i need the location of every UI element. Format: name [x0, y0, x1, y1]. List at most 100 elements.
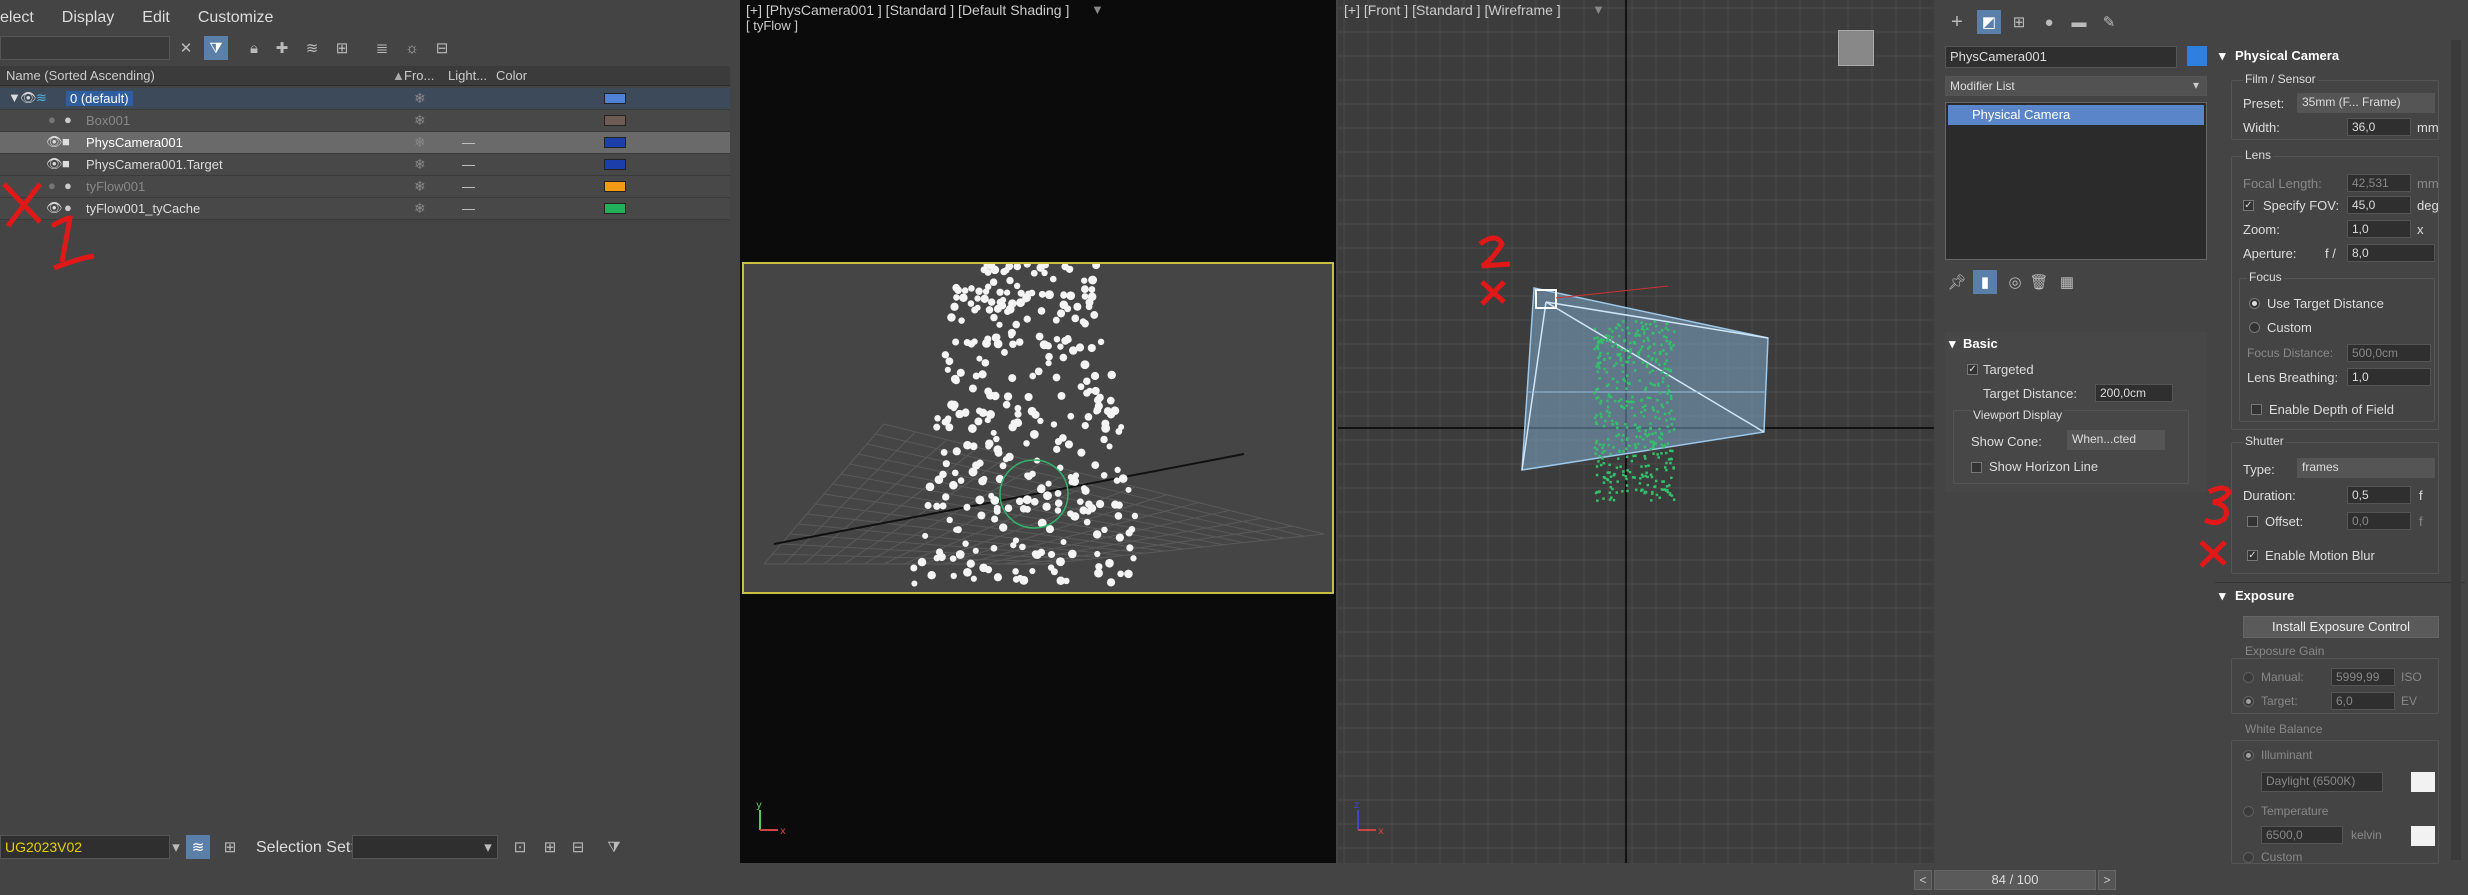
- clear-search-icon[interactable]: ✕: [174, 36, 198, 60]
- manual-radio[interactable]: [2243, 672, 2254, 683]
- dof-checkbox[interactable]: [2251, 404, 2262, 415]
- visibility-eye-icon[interactable]: ●: [48, 112, 56, 127]
- temperature-color-swatch[interactable]: [2411, 826, 2435, 846]
- show-horizon-checkbox[interactable]: [1971, 462, 1982, 473]
- hierarchy-mode-icon[interactable]: ⊞: [218, 835, 242, 859]
- pin-stack-icon[interactable]: 📌︎: [1945, 270, 1969, 294]
- color-swatch[interactable]: [604, 93, 626, 104]
- modifier-list-dropdown[interactable]: Modifier List: [1945, 76, 2207, 96]
- col-name[interactable]: Name (Sorted Ascending): [6, 68, 155, 83]
- collapse-arrow-icon[interactable]: ▼: [8, 90, 21, 105]
- duration-spinner[interactable]: 0,5: [2347, 486, 2411, 504]
- configure-sets-icon[interactable]: ▦: [2055, 270, 2079, 294]
- prev-frame-button[interactable]: <: [1914, 870, 1932, 890]
- freeze-icon[interactable]: ❄: [414, 200, 426, 217]
- remove-modifier-icon[interactable]: 🗑︎: [2027, 270, 2051, 294]
- focal-length-spinner[interactable]: 42,531: [2347, 174, 2411, 192]
- filter-icon[interactable]: ⧩: [204, 36, 228, 60]
- target-distance-spinner[interactable]: 200,0cm: [2095, 384, 2173, 402]
- basic-title[interactable]: Basic: [1963, 336, 1998, 351]
- make-unique-icon[interactable]: ◎: [2003, 270, 2027, 294]
- visibility-eye-icon[interactable]: 👁︎: [20, 90, 37, 106]
- freeze-icon[interactable]: ❄: [414, 178, 426, 195]
- chevron-down-icon[interactable]: ▾: [164, 835, 188, 859]
- temperature-spinner[interactable]: 6500,0: [2261, 826, 2343, 844]
- modifier-stack[interactable]: Physical Camera: [1945, 102, 2207, 260]
- row-name[interactable]: Box001: [86, 113, 130, 128]
- illuminant-dropdown[interactable]: Daylight (6500K): [2261, 772, 2383, 792]
- offset-spinner[interactable]: 0,0: [2347, 512, 2411, 530]
- time-slider[interactable]: 84 / 100: [1934, 870, 2096, 890]
- add-to-layer-icon[interactable]: ✚: [270, 36, 294, 60]
- visibility-eye-icon[interactable]: 👁︎: [46, 134, 63, 150]
- menu-display[interactable]: Display: [62, 4, 114, 32]
- aperture-spinner[interactable]: 8,0: [2347, 244, 2435, 262]
- layer-manager-icon[interactable]: ⊟: [430, 36, 454, 60]
- specify-fov-checkbox[interactable]: ✓: [2243, 200, 2254, 211]
- rollout-arrow-icon[interactable]: ▾: [1949, 336, 1956, 352]
- temperature-radio[interactable]: [2243, 806, 2254, 817]
- stack-item[interactable]: Physical Camera: [1948, 105, 2204, 125]
- exposure-title[interactable]: Exposure: [2235, 588, 2294, 603]
- rollout-arrow-icon[interactable]: ▾: [2219, 48, 2226, 64]
- use-target-radio[interactable]: [2249, 298, 2260, 309]
- lock-icon[interactable]: 🔒︎: [242, 36, 266, 60]
- search-input[interactable]: [0, 36, 170, 60]
- rollout-arrow-icon[interactable]: ▾: [2219, 588, 2226, 604]
- physical-camera-title[interactable]: Physical Camera: [2235, 48, 2339, 63]
- object-color-swatch[interactable]: [2187, 46, 2207, 66]
- color-swatch[interactable]: [604, 181, 626, 192]
- table-row[interactable]: 👁︎ ■ PhysCamera001 ❄ —: [0, 132, 730, 154]
- col-frozen[interactable]: Fro...: [404, 68, 434, 83]
- scrollbar[interactable]: [2451, 40, 2461, 860]
- menu-customize[interactable]: Customize: [198, 4, 274, 32]
- selset-remove-icon[interactable]: ⊟: [566, 835, 590, 859]
- freeze-icon[interactable]: ❄: [414, 90, 426, 107]
- show-end-result-icon[interactable]: ▮: [1973, 270, 1997, 294]
- chevron-down-icon[interactable]: ▾: [476, 835, 500, 859]
- col-color[interactable]: Color: [496, 68, 527, 83]
- viewport-front[interactable]: [+] [Front ] [Standard ] [Wireframe ] ▼ …: [1338, 0, 1934, 863]
- lens-breathing-spinner[interactable]: 1,0: [2347, 368, 2431, 386]
- display-tab-icon[interactable]: ▬: [2067, 10, 2091, 34]
- lights-icon[interactable]: ☼: [400, 36, 424, 60]
- menu-select[interactable]: elect: [0, 4, 34, 32]
- viewport-label[interactable]: [+] [PhysCamera001 ] [Standard ] [Defaul…: [746, 2, 1069, 18]
- selset-edit-icon[interactable]: ⊡: [508, 835, 532, 859]
- custom-focus-radio[interactable]: [2249, 322, 2260, 333]
- fov-spinner[interactable]: 45,0: [2347, 196, 2411, 214]
- type-dropdown[interactable]: frames: [2297, 458, 2435, 478]
- next-frame-button[interactable]: >: [2098, 870, 2116, 890]
- utilities-tab-icon[interactable]: ✎: [2097, 10, 2121, 34]
- table-row[interactable]: ● ● Box001 ❄: [0, 110, 730, 132]
- motion-tab-icon[interactable]: ●: [2037, 10, 2061, 34]
- layer-stack-icon[interactable]: ≣: [370, 36, 394, 60]
- menu-edit[interactable]: Edit: [142, 4, 170, 32]
- targeted-checkbox[interactable]: ✓: [1967, 364, 1978, 375]
- color-swatch[interactable]: [604, 115, 626, 126]
- target-radio[interactable]: [2243, 696, 2254, 707]
- selset-add-icon[interactable]: ⊞: [538, 835, 562, 859]
- filter-icon[interactable]: ▼: [1091, 2, 1104, 17]
- focus-distance-spinner[interactable]: 500,0cm: [2347, 344, 2431, 362]
- layers-icon[interactable]: ≋: [300, 36, 324, 60]
- layer-mode-icon[interactable]: ≋: [186, 835, 210, 859]
- table-row-layer-default[interactable]: ▼ 👁︎ ≋ 0 (default) ❄: [0, 88, 730, 110]
- zoom-spinner[interactable]: 1,0: [2347, 220, 2411, 238]
- viewport-camera[interactable]: [+] [PhysCamera001 ] [Standard ] [Defaul…: [740, 0, 1336, 863]
- width-spinner[interactable]: 36,0: [2347, 118, 2411, 136]
- filter-icon[interactable]: ▼: [1592, 2, 1605, 17]
- freeze-icon[interactable]: ❄: [414, 134, 426, 151]
- viewport-label[interactable]: [+] [Front ] [Standard ] [Wireframe ]: [1344, 2, 1561, 18]
- row-name[interactable]: PhysCamera001: [86, 135, 183, 150]
- preset-dropdown[interactable]: 35mm (F... Frame): [2297, 93, 2435, 113]
- freeze-icon[interactable]: ❄: [414, 156, 426, 173]
- col-light[interactable]: Light...: [448, 68, 487, 83]
- freeze-icon[interactable]: ❄: [414, 112, 426, 129]
- create-tab-icon[interactable]: +: [1945, 10, 1969, 34]
- color-swatch[interactable]: [604, 137, 626, 148]
- layer-dropdown[interactable]: UG2023V02: [0, 835, 170, 859]
- illuminant-radio[interactable]: [2243, 750, 2254, 761]
- chevron-down-icon[interactable]: ▾: [2193, 78, 2199, 92]
- viewcube[interactable]: [1838, 30, 1874, 66]
